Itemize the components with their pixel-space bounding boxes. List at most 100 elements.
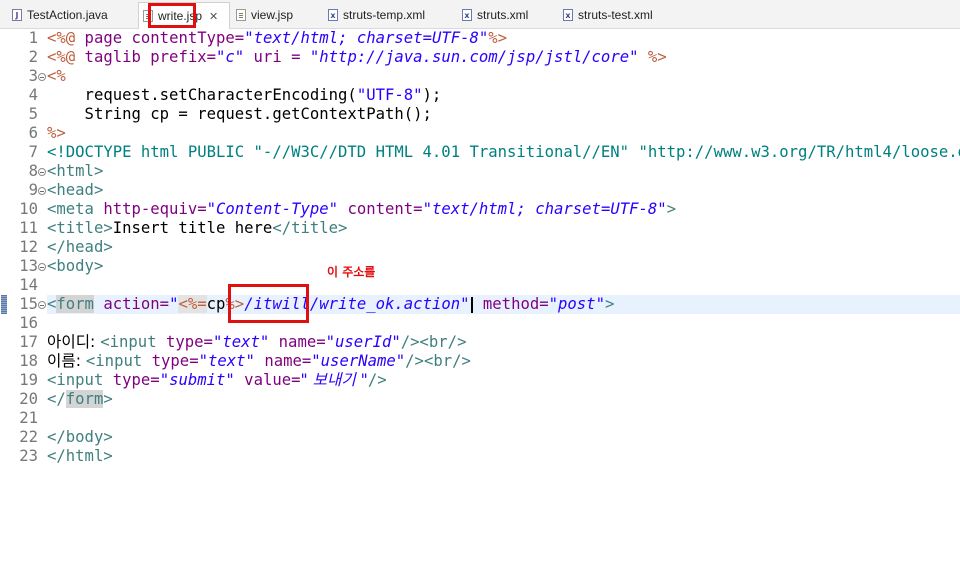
html-tag: > <box>666 200 677 218</box>
code-line-9: <head> <box>47 181 103 200</box>
java-file-icon: J <box>12 9 22 21</box>
title-text: Insert title here <box>112 219 273 237</box>
tab-label: TestAction.java <box>27 8 108 22</box>
html-tag: <head> <box>47 181 104 199</box>
code-line-11: <title>Insert title here</title> <box>47 219 347 238</box>
html-tag: <input <box>47 371 104 389</box>
line-number: 21 <box>19 409 38 427</box>
attr-value: "userName" <box>311 352 406 370</box>
code-line-8: <html> <box>47 162 103 181</box>
tag-name-occurrence: form <box>56 295 94 313</box>
attr-name: action= <box>93 295 170 313</box>
fold-toggle-icon[interactable] <box>38 73 46 81</box>
attr-value: "Content-Type" <box>206 200 339 218</box>
editor-tab-bar: J TestAction.java write.jsp ✕ view.jsp x… <box>0 0 960 29</box>
attr-value: "http://java.sun.com/jsp/jstl/core" <box>309 48 639 66</box>
line-number: 11 <box>19 219 38 237</box>
attr-name: prefix= <box>150 48 216 66</box>
html-tag: </title> <box>272 219 348 237</box>
html-tag: <title> <box>47 219 113 237</box>
line-number: 12 <box>19 238 38 256</box>
html-tag: /> <box>367 371 387 389</box>
xml-file-icon: x <box>462 9 472 21</box>
attr-name: type= <box>103 371 160 389</box>
attr-value: "post" <box>548 295 605 313</box>
tab-label: write.jsp <box>158 9 203 23</box>
html-tag: </head> <box>47 238 113 256</box>
code-text-area[interactable]: <%@ page contentType="text/html; charset… <box>47 29 960 564</box>
line-number-gutter: 1 2 3 4 5 6 7 8 9 10 11 12 13 14 15 16 1… <box>7 29 47 564</box>
annotation-label: 이 주소를 <box>327 265 376 279</box>
line-number: 9 <box>28 181 38 199</box>
fold-toggle-icon[interactable] <box>38 301 46 309</box>
tab-struts-test-xml[interactable]: x struts-test.xml <box>563 4 653 26</box>
html-tag: > <box>604 295 615 313</box>
jsp-directive-open: <%@ <box>47 48 76 66</box>
line-number: 18 <box>19 352 38 370</box>
jsp-expression: cp <box>206 295 226 313</box>
fold-toggle-icon[interactable] <box>38 263 46 271</box>
code-line-4: request.setCharacterEncoding("UTF-8"); <box>47 86 442 105</box>
code-line-20: </form> <box>47 390 113 409</box>
attr-name: content= <box>338 200 423 218</box>
tag-name-occurrence: form <box>65 390 104 408</box>
tab-label: struts-temp.xml <box>343 8 426 22</box>
html-tag: <meta <box>47 200 94 218</box>
java-string: "UTF-8" <box>356 86 423 104</box>
line-number: 17 <box>19 333 38 351</box>
java-code: request.setCharacterEncoding( <box>47 86 357 104</box>
line-number: 3 <box>28 67 38 85</box>
tab-testaction-java[interactable]: J TestAction.java <box>12 4 108 26</box>
attr-value: "submit" <box>159 371 235 389</box>
line-number: 19 <box>19 371 38 389</box>
html-tag: </body> <box>47 428 113 446</box>
code-line-17: 아이디: <input type="text" name="userId"/><… <box>47 333 466 352</box>
fold-toggle-icon[interactable] <box>38 168 46 176</box>
code-line-10: <meta http-equiv="Content-Type" content=… <box>47 200 676 219</box>
line-number: 7 <box>28 143 38 161</box>
tab-write-jsp[interactable]: write.jsp ✕ <box>138 2 230 29</box>
line-number: 8 <box>28 162 38 180</box>
code-line-5: String cp = request.getContextPath(); <box>47 105 432 124</box>
code-editor[interactable]: 1 2 3 4 5 6 7 8 9 10 11 12 13 14 15 16 1… <box>0 29 960 564</box>
attr-name: value= <box>234 371 301 389</box>
attr-name: uri = <box>244 48 310 66</box>
doctype-declaration: <!DOCTYPE html PUBLIC "-//W3C//DTD HTML … <box>47 143 960 161</box>
code-line-22: </body> <box>47 428 113 447</box>
attr-value: "c" <box>216 48 245 66</box>
jsp-file-icon <box>236 9 246 21</box>
tab-label: view.jsp <box>251 8 294 22</box>
jsp-expression-open: <%= <box>178 295 207 313</box>
code-line-15: <form action= " <%=cp%>/itwill/write_ok.ac… <box>47 295 614 314</box>
tab-struts-temp-xml[interactable]: x struts-temp.xml <box>328 4 425 26</box>
code-line-7: <!DOCTYPE html PUBLIC "-//W3C//DTD HTML … <box>47 143 960 162</box>
tab-view-jsp[interactable]: view.jsp <box>236 4 293 26</box>
code-line-1: <%@ page contentType="text/html; charset… <box>47 29 507 48</box>
code-line-18: 이름: <input type="text" name="userName"/>… <box>47 352 471 371</box>
code-line-3: <% <box>47 67 66 86</box>
label-text: 아이디: <box>47 333 101 351</box>
html-tag: <html> <box>47 162 104 180</box>
attr-quote: " <box>460 295 470 313</box>
tab-struts-xml[interactable]: x struts.xml <box>462 4 528 26</box>
attr-name: method= <box>473 295 549 313</box>
close-icon[interactable]: ✕ <box>209 10 218 23</box>
java-code: String cp = request.getContextPath(); <box>47 105 432 123</box>
html-tag: <input <box>100 333 157 351</box>
attr-name: name= <box>269 333 326 351</box>
directive-keyword: taglib <box>75 48 151 66</box>
java-code: ); <box>422 86 442 104</box>
line-number: 4 <box>28 86 38 104</box>
html-tag: <body> <box>47 257 104 275</box>
attr-value: "userId" <box>325 333 401 351</box>
overview-ruler <box>0 29 7 564</box>
jsp-directive-close: %> <box>638 48 667 66</box>
line-number: 13 <box>19 257 38 275</box>
line-number: 14 <box>19 276 38 294</box>
attr-value: "text/html; charset=UTF-8" <box>244 29 489 47</box>
tab-label: struts-test.xml <box>578 8 653 22</box>
fold-toggle-icon[interactable] <box>38 187 46 195</box>
xml-file-icon: x <box>328 9 338 21</box>
xml-file-icon: x <box>563 9 573 21</box>
attr-name: contentType= <box>131 29 245 47</box>
